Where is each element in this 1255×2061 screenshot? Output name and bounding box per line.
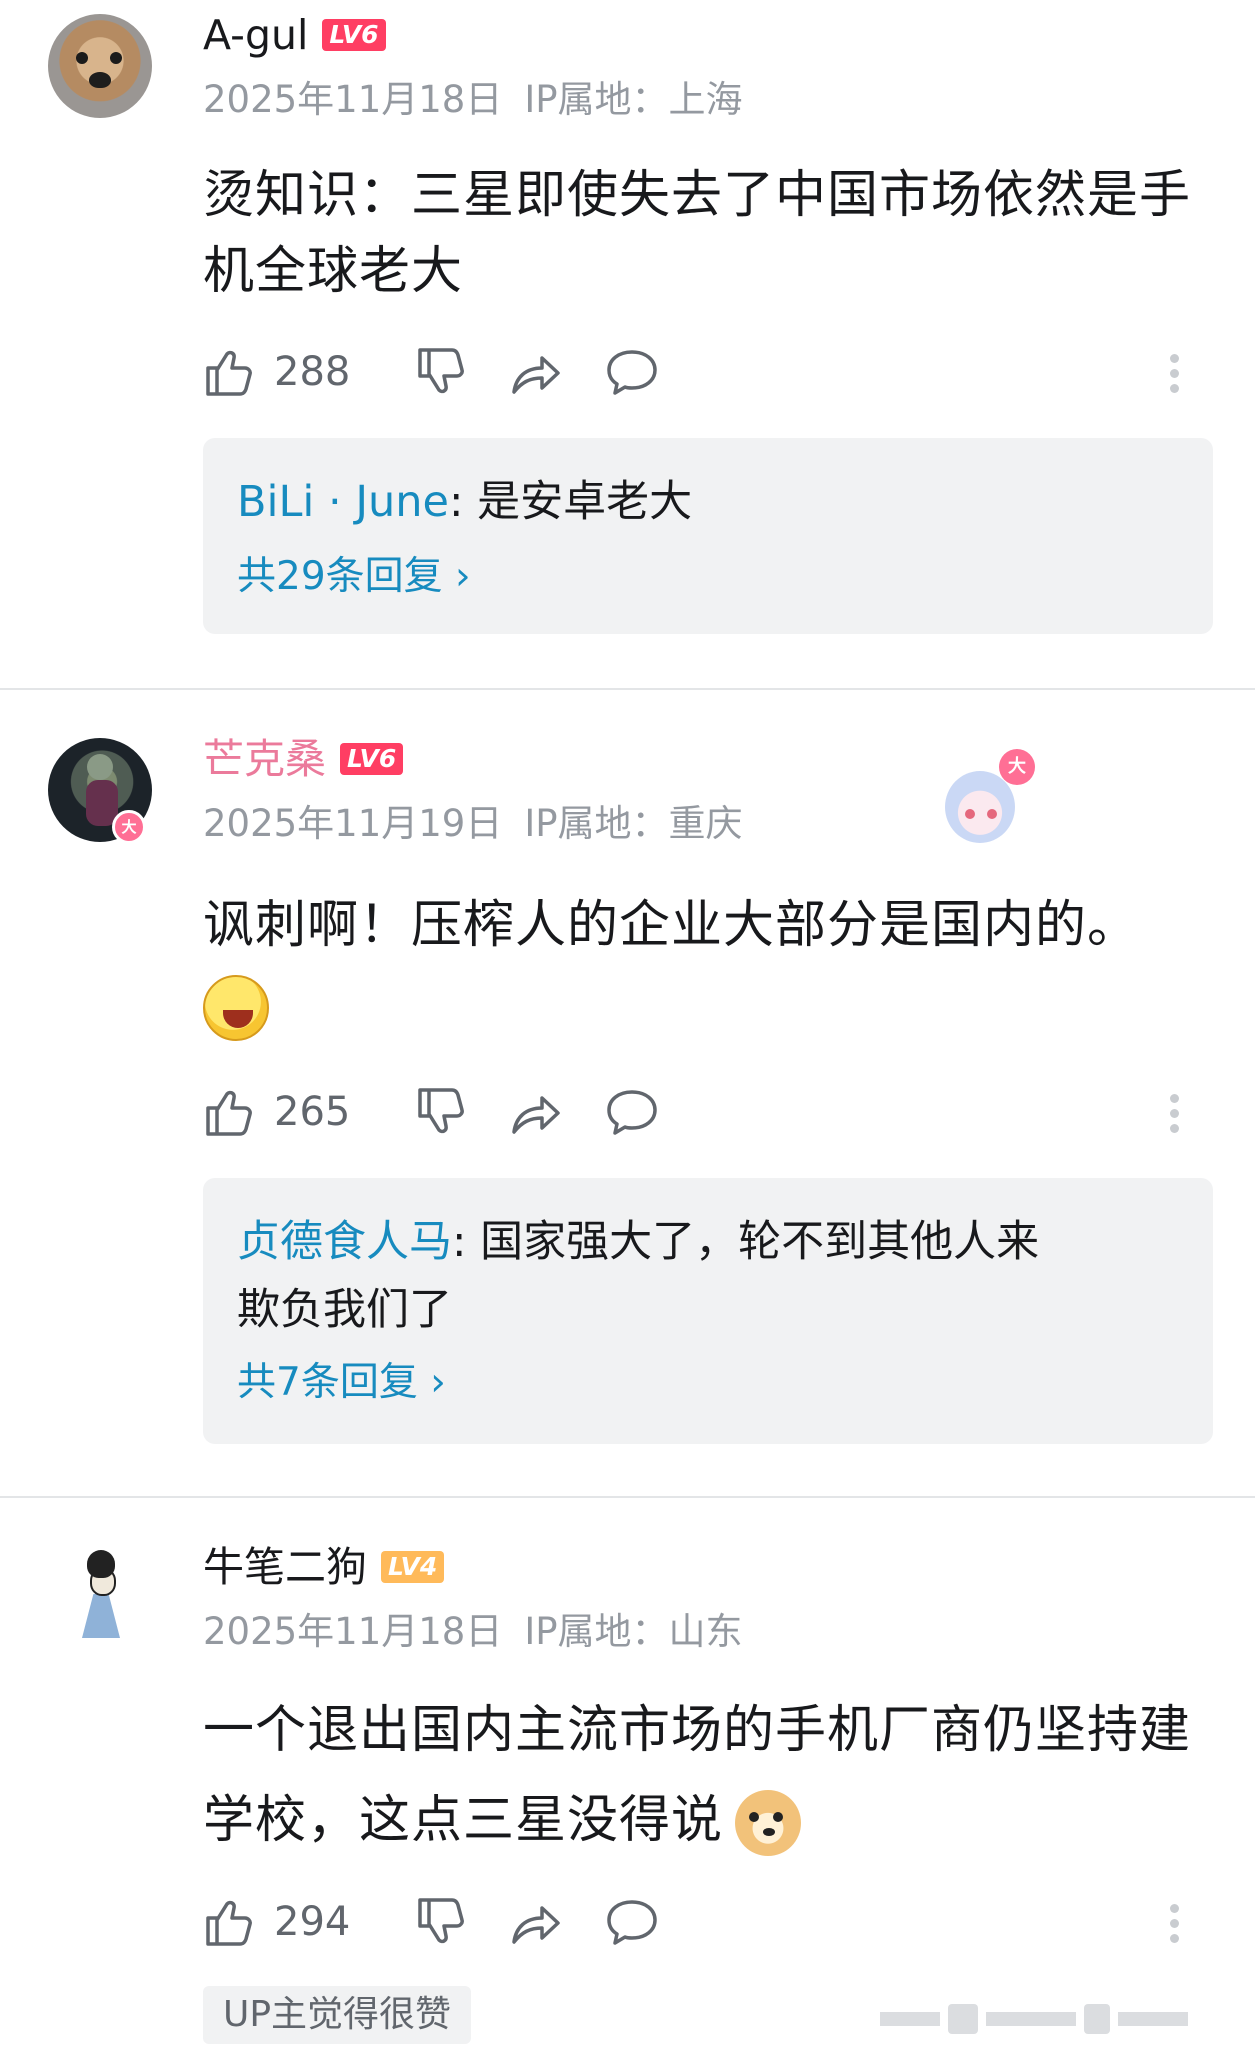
up-liked-tag: UP主觉得很赞 xyxy=(203,1986,472,2044)
username[interactable]: A-gul LV6 xyxy=(203,10,386,60)
share-button[interactable] xyxy=(508,342,564,402)
username-text[interactable]: A-gul xyxy=(203,10,308,60)
vip-badge: 大 xyxy=(112,810,146,844)
laughing-emoji-icon xyxy=(203,975,269,1041)
comment-meta: 2025年11月19日 IP属地：重庆 xyxy=(203,802,743,846)
comment-date: 2025年11月18日 xyxy=(203,78,503,121)
like-button[interactable]: 265 xyxy=(200,1082,350,1142)
dislike-button[interactable] xyxy=(412,1892,468,1952)
level-badge: LV6 xyxy=(340,743,404,775)
level-badge: LV4 xyxy=(381,1551,445,1583)
username[interactable]: 牛笔二狗 LV4 xyxy=(203,1542,445,1592)
reply-line: 欺负我们了 xyxy=(237,1276,1177,1344)
avatar[interactable] xyxy=(48,1546,152,1650)
comment-date: 2025年11月18日 xyxy=(203,1610,503,1653)
like-button[interactable]: 288 xyxy=(200,342,350,402)
dislike-icon xyxy=(418,348,464,394)
more-icon[interactable] xyxy=(1170,1898,1179,1949)
comment-meta: 2025年11月18日 IP属地：山东 xyxy=(203,1610,743,1654)
share-icon xyxy=(512,356,560,394)
comment-date: 2025年11月19日 xyxy=(203,802,503,845)
comment-actions: 265 xyxy=(200,1082,1210,1142)
reply-text: : 国家强大了，轮不到其他人来 xyxy=(452,1217,1040,1267)
like-count: 294 xyxy=(274,1899,351,1945)
doge-emoji-icon xyxy=(735,1790,802,1856)
comment-text-line: 讽刺啊！压榨人的企业大部分是国内的。 xyxy=(203,896,1140,955)
reply-button[interactable] xyxy=(604,1892,660,1952)
dislike-button[interactable] xyxy=(412,342,468,402)
like-icon xyxy=(206,350,252,396)
divider xyxy=(0,688,1255,690)
reply-text: : 是安卓老大 xyxy=(449,477,693,527)
reply-preview[interactable]: 贞德食人马: 国家强大了，轮不到其他人来 欺负我们了 共7条回复 › xyxy=(203,1178,1213,1444)
comment-actions: 294 xyxy=(200,1892,1210,1952)
comment-text-line: 学校，这点三星没得说 xyxy=(203,1791,724,1850)
avatar[interactable] xyxy=(48,14,152,118)
like-button[interactable]: 294 xyxy=(200,1892,350,1952)
reply-preview[interactable]: BiLi · June: 是安卓老大 共29条回复 › xyxy=(203,438,1213,634)
view-replies-link[interactable]: 共7条回复 › xyxy=(237,1358,446,1408)
comment-text: 烫知识：三星即使失去了中国市场依然是手 机全球老大 xyxy=(203,158,1213,310)
reply-author[interactable]: BiLi · June xyxy=(237,477,449,527)
reply-icon xyxy=(607,1900,657,1945)
reply-author[interactable]: 贞德食人马 xyxy=(237,1217,452,1267)
avatar-decoration: 大 xyxy=(925,749,1035,859)
share-icon xyxy=(512,1906,560,1944)
share-button[interactable] xyxy=(508,1082,564,1142)
reply-text: 欺负我们了 xyxy=(237,1285,452,1335)
dislike-button[interactable] xyxy=(412,1082,468,1142)
like-icon xyxy=(206,1900,252,1946)
comment-text: 讽刺啊！压榨人的企业大部分是国内的。 xyxy=(203,888,1213,1052)
reply-line: BiLi · June: 是安卓老大 xyxy=(237,468,1177,536)
like-count: 288 xyxy=(274,349,351,395)
like-icon xyxy=(206,1090,252,1136)
dislike-icon xyxy=(418,1088,464,1134)
level-badge: LV6 xyxy=(322,19,386,51)
watermark xyxy=(880,2000,1210,2038)
more-icon[interactable] xyxy=(1170,348,1179,399)
divider xyxy=(0,1496,1255,1498)
username[interactable]: 芒克桑 LV6 xyxy=(203,734,404,784)
share-button[interactable] xyxy=(508,1892,564,1952)
comment-actions: 288 xyxy=(200,342,1210,402)
more-icon[interactable] xyxy=(1170,1088,1179,1139)
like-count: 265 xyxy=(274,1089,351,1135)
reply-icon xyxy=(607,350,657,395)
comment-text-line: 一个退出国内主流市场的手机厂商仍坚持建 xyxy=(203,1701,1192,1760)
dislike-icon xyxy=(418,1898,464,1944)
ip-location: IP属地：上海 xyxy=(524,78,743,121)
comment-text-line: 烫知识：三星即使失去了中国市场依然是手 xyxy=(203,166,1192,225)
reply-icon xyxy=(607,1090,657,1135)
comment-text-line: 机全球老大 xyxy=(203,242,464,301)
comment-text: 一个退出国内主流市场的手机厂商仍坚持建 学校，这点三星没得说 xyxy=(203,1686,1213,1866)
ip-location: IP属地：山东 xyxy=(524,1610,743,1653)
reply-button[interactable] xyxy=(604,1082,660,1142)
view-replies-link[interactable]: 共29条回复 › xyxy=(237,552,471,602)
username-text[interactable]: 芒克桑 xyxy=(203,734,326,784)
decoration-badge: 大 xyxy=(999,749,1035,785)
reply-button[interactable] xyxy=(604,342,660,402)
ip-location: IP属地：重庆 xyxy=(524,802,743,845)
username-text[interactable]: 牛笔二狗 xyxy=(203,1542,367,1592)
comment-meta: 2025年11月18日 IP属地：上海 xyxy=(203,78,743,122)
reply-line: 贞德食人马: 国家强大了，轮不到其他人来 xyxy=(237,1208,1177,1276)
share-icon xyxy=(512,1096,560,1134)
